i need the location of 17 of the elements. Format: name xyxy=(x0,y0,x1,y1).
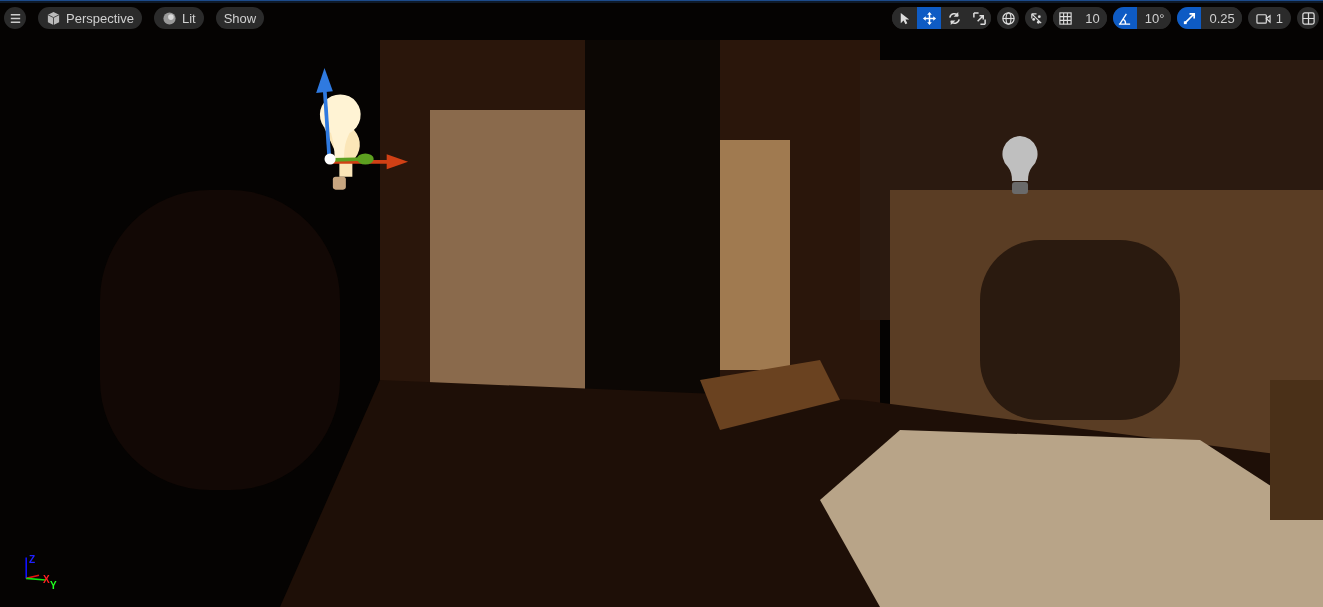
globe-icon xyxy=(1000,10,1016,26)
scale-arrows-icon xyxy=(971,10,987,26)
axis-label: Y xyxy=(50,580,57,591)
diagonal-arrow-icon xyxy=(1181,10,1197,26)
cube-icon xyxy=(46,10,61,26)
rotate-icon xyxy=(946,10,962,26)
move-arrows-icon xyxy=(921,10,937,26)
layout-grid-icon xyxy=(1300,10,1316,26)
grid-icon xyxy=(1057,10,1073,26)
sphere-icon xyxy=(161,10,177,26)
axis-label: X xyxy=(43,574,50,585)
snap-toggle-button[interactable] xyxy=(1177,7,1202,29)
axis-label: Z xyxy=(29,554,36,565)
lighting-mode-button[interactable]: Lit xyxy=(153,7,204,29)
transform-tool-button[interactable] xyxy=(917,7,942,29)
view-mode-button[interactable]: Perspective xyxy=(38,7,142,29)
surface-snap-icon xyxy=(1028,10,1044,26)
